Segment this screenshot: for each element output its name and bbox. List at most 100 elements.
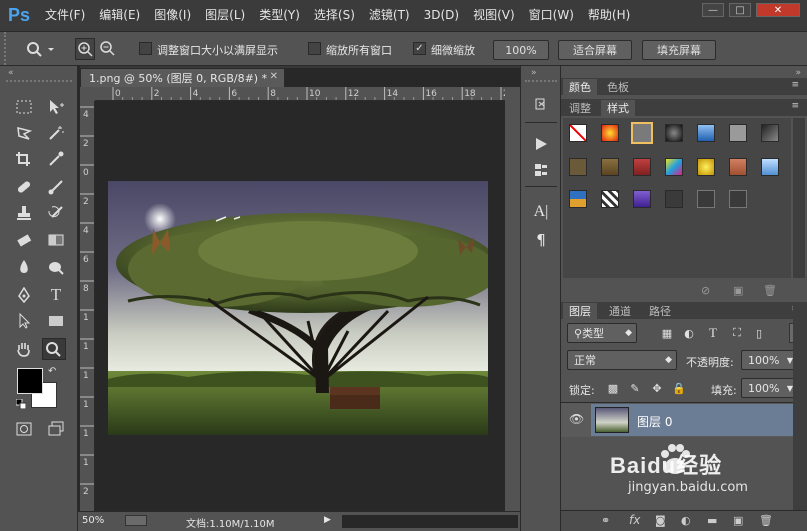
pen-tool-icon[interactable]	[12, 284, 36, 306]
filter-adjustment-icon[interactable]: ◐	[681, 325, 697, 341]
character-panel-icon[interactable]: A|	[530, 202, 552, 222]
eyedropper-icon[interactable]	[44, 148, 68, 170]
crop-tool-icon[interactable]	[12, 148, 36, 170]
collapse-arrows-icon[interactable]: «	[8, 68, 14, 78]
layer-row[interactable]: 图层 0	[591, 404, 793, 436]
zoom-all-windows-checkbox[interactable]	[308, 42, 321, 55]
menu-layer[interactable]: 图层(L)	[198, 0, 252, 31]
history-brush-icon[interactable]	[44, 202, 68, 224]
status-info-icon[interactable]	[125, 515, 147, 526]
blend-mode-dropdown[interactable]: 正常 ◆	[567, 350, 677, 370]
marquee-tool-icon[interactable]	[12, 96, 36, 118]
style-swatch-8[interactable]	[569, 158, 587, 176]
style-swatch-15[interactable]	[569, 190, 587, 208]
canvas-workspace[interactable]	[95, 101, 505, 511]
style-swatch-3-selected[interactable]	[631, 122, 653, 144]
properties-panel-icon[interactable]	[530, 160, 552, 180]
tab-adjustments[interactable]: 调整	[563, 100, 597, 116]
style-swatch-4[interactable]	[665, 124, 683, 142]
color-panel-menu-icon[interactable]: ≡	[791, 80, 799, 90]
styles-scrollbar[interactable]	[793, 118, 805, 278]
horizontal-scroll-track[interactable]	[342, 515, 518, 528]
fit-screen-button[interactable]: 适合屏幕	[558, 40, 632, 60]
restore-button[interactable]: □	[729, 3, 751, 17]
layer-style-fx-icon[interactable]: fx	[629, 513, 640, 527]
zoom-100-button[interactable]: 100%	[493, 40, 549, 60]
minimize-button[interactable]: —	[702, 3, 724, 17]
link-layers-icon[interactable]: ⚭	[601, 514, 610, 527]
zoom-tool-preset-icon[interactable]	[26, 41, 56, 57]
styles-panel-menu-icon[interactable]: ≡	[791, 101, 799, 111]
filter-smartobject-icon[interactable]: ▯	[751, 325, 767, 341]
menu-edit[interactable]: 编辑(E)	[92, 0, 147, 31]
new-layer-icon[interactable]: ▣	[733, 514, 743, 527]
default-colors-icon[interactable]	[15, 398, 27, 410]
close-button[interactable]: ✕	[756, 3, 800, 17]
filter-pixel-icon[interactable]: ▦	[659, 325, 675, 341]
tab-color[interactable]: 颜色	[563, 79, 597, 95]
style-none-swatch[interactable]	[569, 124, 587, 142]
quick-mask-icon[interactable]	[12, 418, 36, 440]
strip-grip[interactable]	[525, 80, 557, 84]
clear-style-icon[interactable]: ⊘	[701, 284, 710, 297]
status-menu-arrow-icon[interactable]: ▶	[324, 515, 331, 525]
eraser-tool-icon[interactable]	[12, 229, 36, 251]
menu-3d[interactable]: 3D(D)	[417, 0, 466, 31]
menu-filter[interactable]: 滤镜(T)	[362, 0, 417, 31]
style-swatch-5[interactable]	[697, 124, 715, 142]
filter-type-icon[interactable]: T	[705, 325, 721, 341]
path-selection-icon[interactable]	[12, 310, 36, 332]
tab-channels[interactable]: 通道	[603, 303, 637, 319]
layer-visibility-eye-icon[interactable]: 👁	[569, 412, 584, 426]
add-mask-icon[interactable]: ◙	[655, 514, 666, 527]
lasso-tool-icon[interactable]	[12, 122, 36, 144]
style-swatch-10[interactable]	[633, 158, 651, 176]
filter-shape-icon[interactable]: ⛶	[729, 325, 745, 341]
rectangle-tool-icon[interactable]	[44, 310, 68, 332]
actions-play-icon[interactable]	[530, 134, 552, 154]
menu-type[interactable]: 类型(Y)	[252, 0, 307, 31]
screen-mode-icon[interactable]	[44, 418, 68, 440]
delete-style-icon[interactable]: 🗑	[763, 284, 777, 297]
style-swatch-16[interactable]	[601, 190, 619, 208]
horizontal-ruler[interactable]: 02468101214161820	[95, 87, 505, 101]
history-panel-icon[interactable]	[530, 94, 552, 114]
style-swatch-9[interactable]	[601, 158, 619, 176]
delete-layer-icon[interactable]: 🗑	[759, 514, 773, 527]
paragraph-panel-icon[interactable]: ¶	[530, 230, 552, 250]
opacity-input[interactable]: 100% ▼	[741, 350, 797, 370]
document-tab[interactable]: 1.png @ 50% (图层 0, RGB/8#) * ✕	[80, 68, 285, 87]
style-swatch-6[interactable]	[729, 124, 747, 142]
menu-select[interactable]: 选择(S)	[307, 0, 362, 31]
fill-screen-button[interactable]: 填充屏幕	[642, 40, 716, 60]
close-document-icon[interactable]: ✕	[270, 71, 278, 82]
menu-image[interactable]: 图像(I)	[147, 0, 198, 31]
swap-colors-icon[interactable]: ↶	[48, 366, 56, 377]
lock-position-icon[interactable]: ✥	[649, 380, 665, 396]
style-swatch-13[interactable]	[729, 158, 747, 176]
style-swatch-19[interactable]	[697, 190, 715, 208]
brush-tool-icon[interactable]	[44, 176, 68, 198]
zoom-in-icon[interactable]	[75, 38, 95, 60]
new-group-icon[interactable]: ▬	[707, 514, 717, 527]
lock-transparent-icon[interactable]: ▩	[605, 380, 621, 396]
tab-styles[interactable]: 样式	[601, 100, 635, 116]
style-swatch-14[interactable]	[761, 158, 779, 176]
dock-collapse-icon[interactable]: »	[795, 68, 801, 78]
adjustment-layer-icon[interactable]: ◐	[681, 514, 691, 527]
new-style-icon[interactable]: ▣	[733, 284, 743, 297]
menu-file[interactable]: 文件(F)	[38, 0, 92, 31]
clone-stamp-icon[interactable]	[12, 202, 36, 224]
style-swatch-18[interactable]	[665, 190, 683, 208]
zoom-level[interactable]: 50%	[82, 515, 104, 526]
dodge-tool-icon[interactable]	[44, 256, 68, 278]
tab-swatches[interactable]: 色板	[601, 79, 635, 95]
style-swatch-2[interactable]	[601, 124, 619, 142]
menu-view[interactable]: 视图(V)	[466, 0, 522, 31]
layer-filter-dropdown[interactable]: ⚲ 类型 ◆	[567, 323, 637, 343]
style-swatch-20[interactable]	[729, 190, 747, 208]
zoom-tool-icon[interactable]	[42, 338, 66, 360]
healing-brush-icon[interactable]	[12, 176, 36, 198]
menu-window[interactable]: 窗口(W)	[522, 0, 581, 31]
lock-pixels-icon[interactable]: ✎	[627, 380, 643, 396]
